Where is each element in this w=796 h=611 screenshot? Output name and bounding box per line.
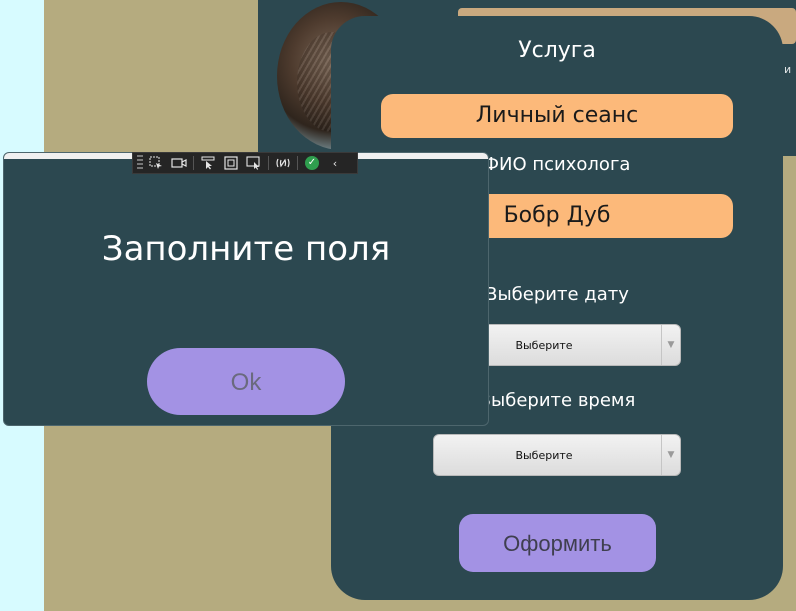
time-select[interactable]: Выберите ▼ xyxy=(433,434,681,476)
service-value: Личный сеанс xyxy=(381,94,733,138)
pointer-icon[interactable] xyxy=(198,154,218,172)
time-select-value: Выберите xyxy=(515,449,573,462)
chevron-down-icon[interactable]: ▼ xyxy=(661,435,680,475)
submit-button[interactable]: Оформить xyxy=(459,514,656,572)
date-select-value: Выберите xyxy=(515,339,573,352)
track-focus-icon[interactable] xyxy=(244,154,264,172)
toolbar-separator xyxy=(193,156,194,170)
record-video-icon[interactable] xyxy=(169,154,189,172)
hot-reload-icon[interactable] xyxy=(273,154,293,172)
layout-adorner-icon[interactable] xyxy=(221,154,241,172)
panel-title: Услуга xyxy=(518,38,596,63)
check-icon: ✓ xyxy=(305,156,319,170)
toolbar-grip-icon[interactable] xyxy=(137,155,143,171)
dialog-message: Заполните поля xyxy=(101,229,391,269)
status-check-icon[interactable]: ✓ xyxy=(302,154,322,172)
toolbar-separator xyxy=(268,156,269,170)
background-text-fragment: и xyxy=(784,63,792,76)
collapse-icon[interactable]: ‹ xyxy=(325,154,345,172)
alert-dialog: Заполните поля Ok xyxy=(3,152,489,426)
toolbar-separator xyxy=(297,156,298,170)
select-element-icon[interactable] xyxy=(146,154,166,172)
ok-button[interactable]: Ok xyxy=(147,348,345,415)
chevron-down-icon[interactable]: ▼ xyxy=(661,325,680,365)
debug-toolbar: ✓ ‹ xyxy=(132,152,358,174)
